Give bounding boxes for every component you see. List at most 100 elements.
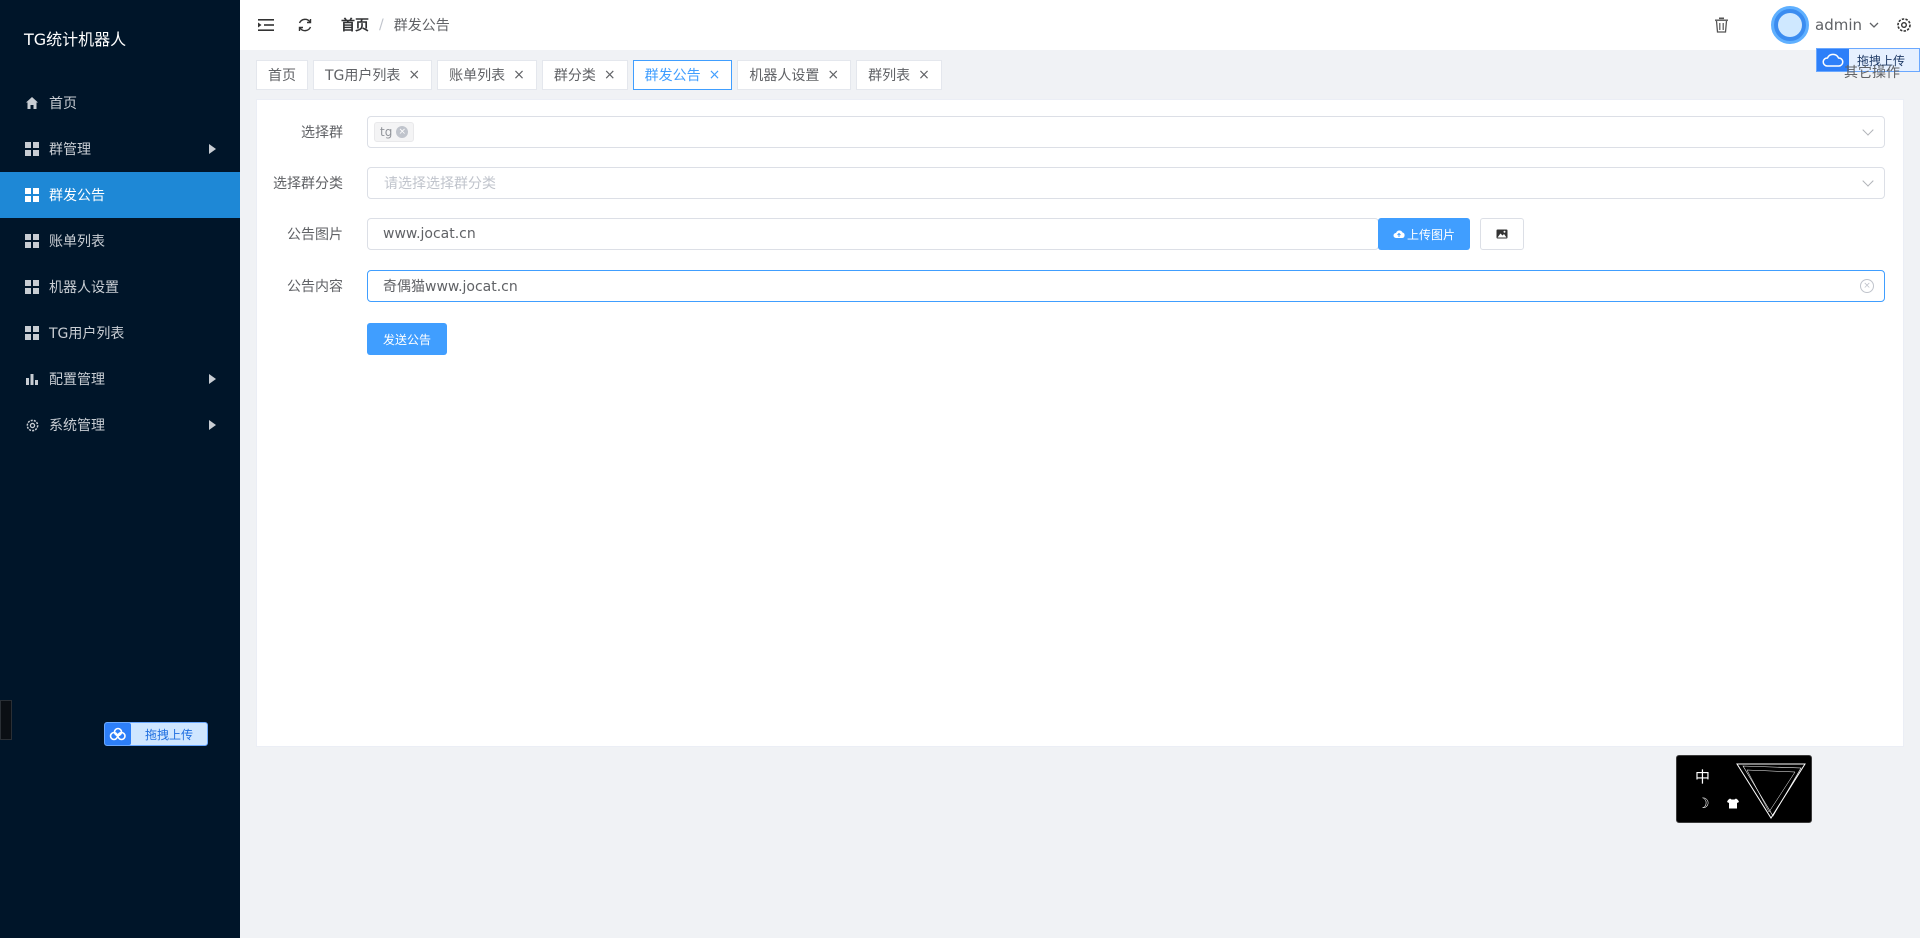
announcement-form-card: 选择群 tg × 选择群分类 请选择选择群分类 公告图片 www.jocat.c… (256, 99, 1904, 747)
tab-home[interactable]: 首页 (256, 60, 308, 90)
selected-tag: tg × (374, 122, 415, 142)
chevron-down-icon (1862, 124, 1874, 136)
bar-chart-icon (24, 371, 40, 387)
other-operations-dropdown[interactable]: 其它操作 (1844, 62, 1900, 82)
sidebar-item-label: 首页 (49, 96, 77, 112)
close-icon[interactable]: × (827, 67, 839, 83)
tab-bot-settings[interactable]: 机器人设置 × (737, 60, 852, 90)
breadcrumb-home[interactable]: 首页 (341, 15, 369, 35)
tab-label: 首页 (268, 68, 296, 84)
select-group-label: 选择群 (301, 125, 343, 141)
cloud-upload-icon (1393, 230, 1405, 238)
sidebar-item-label: 群发公告 (49, 188, 105, 204)
content-input[interactable]: 奇偶猫www.jocat.cn × (367, 270, 1885, 302)
sidebar: TG统计机器人 首页 群管理 群发公告 账单列表 机器人设置 TG用户列表 配置… (0, 0, 240, 938)
tab-group-announcement[interactable]: 群发公告 × (632, 60, 733, 90)
menu-fold-icon[interactable] (256, 15, 276, 35)
grid-icon (24, 141, 40, 157)
image-icon (1496, 229, 1508, 239)
form-row-image: 公告图片 www.jocat.cn 上传图片 (257, 218, 1905, 250)
close-icon[interactable]: × (709, 67, 721, 83)
floating-widget: 中 ☽ (1676, 755, 1812, 823)
tab-group-category[interactable]: 群分类 × (541, 60, 628, 90)
header-right: admin (1711, 0, 1920, 50)
tab-tg-users[interactable]: TG用户列表 × (313, 60, 433, 90)
refresh-icon[interactable] (295, 15, 315, 35)
home-icon (24, 95, 40, 111)
sidebar-item-tg-users[interactable]: TG用户列表 (0, 310, 240, 356)
sidebar-item-label: 机器人设置 (49, 280, 119, 296)
image-url-input[interactable]: www.jocat.cn (367, 218, 1379, 250)
drag-handle[interactable] (0, 700, 12, 740)
tab-label: 群列表 (868, 68, 911, 84)
top-header: 首页 / 群发公告 admin (240, 0, 1920, 50)
upload-image-label: 上传图片 (1406, 227, 1455, 242)
breadcrumb-separator: / (379, 17, 384, 33)
tab-bill-list[interactable]: 账单列表 × (437, 60, 537, 90)
sidebar-item-config-management[interactable]: 配置管理 (0, 356, 240, 402)
form-row-select-category: 选择群分类 请选择选择群分类 (257, 167, 1905, 199)
caret-right-icon (209, 420, 216, 430)
form-row-select-group: 选择群 tg × (257, 116, 1905, 148)
moon-icon[interactable]: ☽ (1697, 796, 1710, 812)
sidebar-item-label: 系统管理 (49, 418, 105, 434)
close-icon[interactable]: × (513, 67, 525, 83)
tag-close-icon[interactable]: × (396, 126, 409, 138)
caret-right-icon (209, 144, 216, 154)
content-value: 奇偶猫www.jocat.cn (383, 279, 518, 295)
chevron-down-icon (1862, 175, 1874, 187)
breadcrumb: 首页 / 群发公告 (341, 15, 450, 35)
close-icon[interactable]: × (918, 67, 930, 83)
sidebar-item-label: 账单列表 (49, 234, 105, 250)
tab-label: 机器人设置 (749, 68, 820, 84)
avatar[interactable] (1771, 6, 1809, 44)
tab-label: 群发公告 (644, 68, 701, 84)
image-url-value: www.jocat.cn (383, 226, 476, 242)
content-label: 公告内容 (287, 279, 343, 295)
caret-right-icon (209, 374, 216, 384)
sidebar-item-group-announcement[interactable]: 群发公告 (0, 172, 240, 218)
sidebar-item-system-management[interactable]: 系统管理 (0, 402, 240, 448)
sidebar-item-bill-list[interactable]: 账单列表 (0, 218, 240, 264)
gear-icon[interactable] (1894, 15, 1914, 35)
tab-label: 账单列表 (449, 68, 506, 84)
drag-upload-button[interactable]: 拖拽上传 (104, 722, 208, 746)
upload-image-button[interactable]: 上传图片 (1378, 218, 1470, 250)
select-category-placeholder: 请选择选择群分类 (384, 176, 496, 192)
trash-icon[interactable] (1711, 15, 1731, 35)
logo-triangle-icon (1736, 763, 1806, 819)
gear-icon (24, 417, 40, 433)
grid-icon (24, 187, 40, 203)
sidebar-item-home[interactable]: 首页 (0, 80, 240, 126)
close-icon[interactable]: × (604, 67, 616, 83)
image-preview-button[interactable] (1480, 218, 1524, 250)
sidebar-item-label: 配置管理 (49, 372, 105, 388)
chevron-down-icon[interactable] (1864, 15, 1884, 35)
select-category-input[interactable]: 请选择选择群分类 (367, 167, 1885, 199)
close-icon[interactable]: × (408, 67, 420, 83)
sidebar-item-bot-settings[interactable]: 机器人设置 (0, 264, 240, 310)
grid-icon (24, 325, 40, 341)
username[interactable]: admin (1815, 16, 1862, 34)
breadcrumb-current: 群发公告 (393, 18, 450, 34)
select-category-label: 选择群分类 (273, 176, 343, 192)
select-group-input[interactable]: tg × (367, 116, 1885, 148)
cloud-icon (105, 723, 131, 745)
selected-tag-label: tg (380, 125, 393, 139)
tab-label: 群分类 (553, 68, 596, 84)
sidebar-item-group-management[interactable]: 群管理 (0, 126, 240, 172)
other-operations-label: 其它操作 (1844, 65, 1900, 81)
language-toggle[interactable]: 中 (1695, 766, 1710, 787)
send-announcement-button[interactable]: 发送公告 (367, 323, 447, 355)
drag-upload-label: 拖拽上传 (145, 727, 194, 742)
brand-title: TG统计机器人 (24, 30, 127, 49)
tab-bar: 首页 TG用户列表 × 账单列表 × 群分类 × 群发公告 × 机器人设置 × 群列表 × (256, 60, 947, 90)
form-row-content: 公告内容 奇偶猫www.jocat.cn × (257, 270, 1905, 302)
image-label: 公告图片 (287, 227, 343, 243)
tab-group-list[interactable]: 群列表 × (856, 60, 942, 90)
avatar-face-icon (1778, 13, 1802, 37)
sidebar-item-label: 群管理 (49, 142, 91, 158)
clear-icon[interactable]: × (1860, 279, 1874, 293)
grid-icon (24, 233, 40, 249)
sidebar-item-label: TG用户列表 (49, 326, 125, 342)
